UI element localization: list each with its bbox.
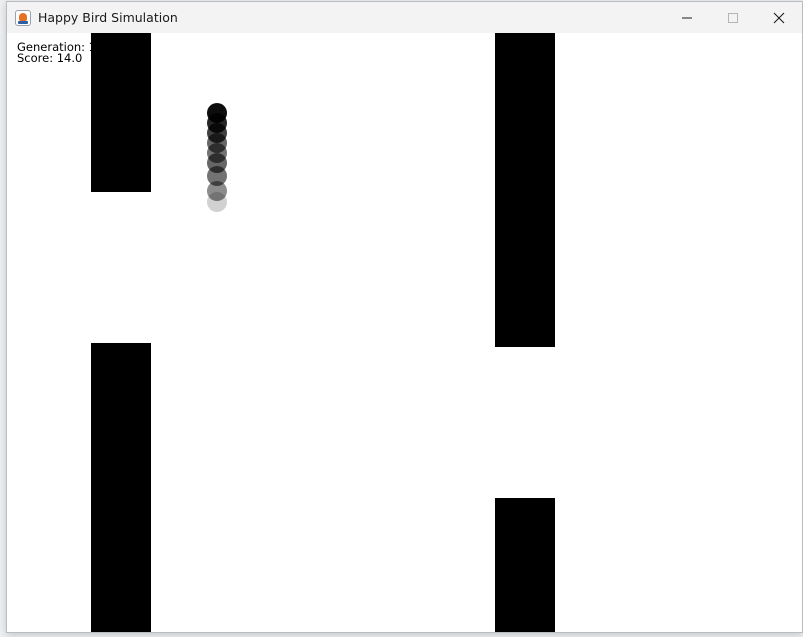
bird xyxy=(207,103,227,123)
pipe-top-1 xyxy=(91,33,151,192)
score-label: Score: 14.0 xyxy=(17,51,83,65)
pipe-top-2 xyxy=(495,33,555,347)
title-bar[interactable]: Happy Bird Simulation xyxy=(7,2,802,33)
hud: Generation: 1 Score: 14.0 xyxy=(17,41,96,65)
minimize-icon xyxy=(682,17,692,18)
maximize-icon xyxy=(728,12,738,23)
pipe-bottom-2 xyxy=(495,498,555,632)
window-title: Happy Bird Simulation xyxy=(38,10,178,25)
minimize-button[interactable] xyxy=(664,2,710,33)
java-cup-icon xyxy=(15,9,31,26)
app-window: Happy Bird Simulation Generation: 1 Scor… xyxy=(6,1,803,633)
window-controls xyxy=(664,2,802,33)
close-icon xyxy=(773,12,785,23)
maximize-button[interactable] xyxy=(710,2,756,33)
pipe-bottom-1 xyxy=(91,343,151,632)
game-canvas[interactable]: Generation: 1 Score: 14.0 xyxy=(7,33,802,632)
close-button[interactable] xyxy=(756,2,802,33)
